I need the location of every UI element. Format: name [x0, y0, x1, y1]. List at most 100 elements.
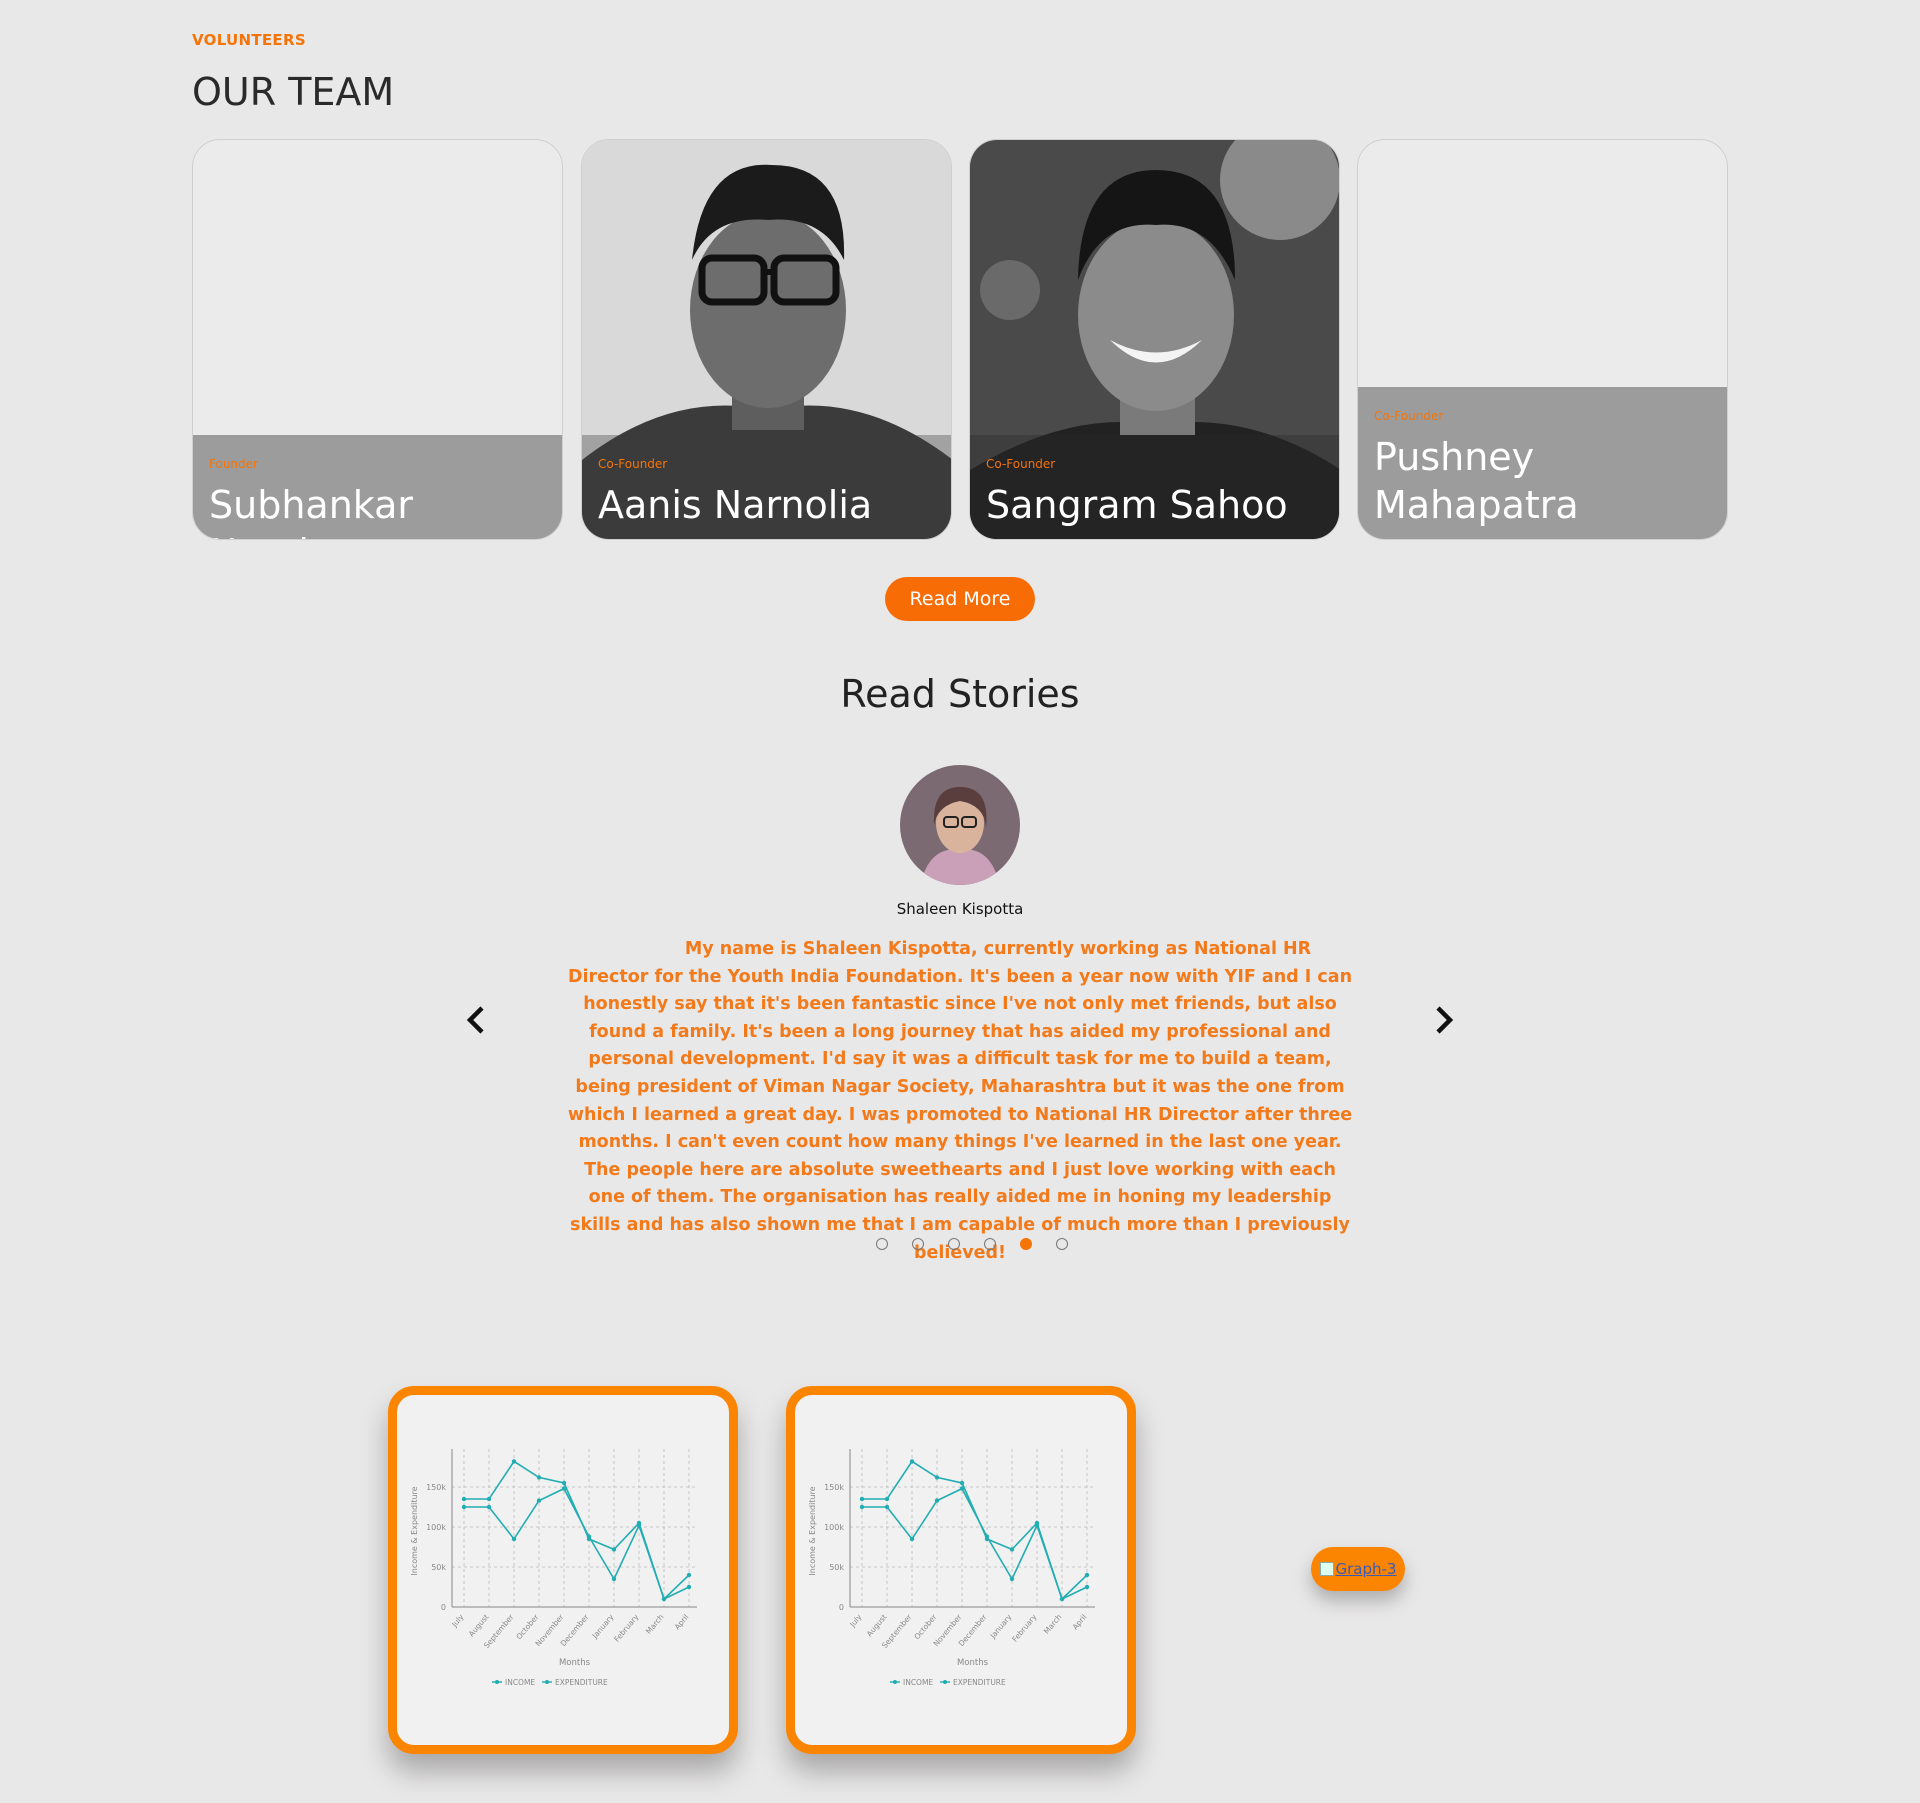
- team-card-name: Aanis Narnolia: [598, 483, 873, 527]
- team-title: OUR TEAM: [192, 70, 395, 114]
- chevron-left-icon: [466, 1006, 484, 1034]
- y-tick-label: 100k: [426, 1523, 446, 1532]
- y-axis-label: Income & Expenditure: [410, 1486, 419, 1575]
- data-point: [959, 1486, 965, 1491]
- data-point: [884, 1504, 890, 1510]
- legend-label: INCOME: [903, 1678, 933, 1687]
- data-point: [909, 1536, 915, 1542]
- x-tick-label: July: [449, 1612, 466, 1629]
- legend-marker: [893, 1680, 897, 1684]
- x-tick-label: August: [865, 1612, 889, 1638]
- legend-marker: [545, 1680, 549, 1684]
- x-axis-label: Months: [957, 1658, 989, 1668]
- team-card-band: Founder Subhankar Nanda: [193, 435, 562, 539]
- team-card-role: Co-Founder: [598, 457, 668, 471]
- story-avatar-photo: [900, 765, 1020, 885]
- team-card-4[interactable]: Co-Founder Pushney Mahapatra: [1357, 139, 1728, 540]
- read-more-button[interactable]: Read More: [885, 577, 1035, 621]
- series-line-income: [862, 1460, 1088, 1601]
- x-tick-label: January: [590, 1612, 616, 1641]
- data-point: [909, 1459, 915, 1464]
- carousel-prev-button[interactable]: [459, 1002, 495, 1038]
- graph-3-link[interactable]: Graph-3: [1311, 1547, 1405, 1591]
- data-point: [1009, 1547, 1015, 1552]
- data-point: [486, 1504, 492, 1510]
- y-tick-label: 50k: [829, 1563, 844, 1572]
- x-tick-label: January: [988, 1612, 1014, 1641]
- carousel-dot[interactable]: [1056, 1238, 1068, 1250]
- team-card-name: Pushney Mahapatra: [1374, 435, 1579, 527]
- data-point: [536, 1498, 542, 1503]
- team-card-name: Subhankar Nanda: [209, 483, 414, 539]
- y-axis-label: Income & Expenditure: [808, 1486, 817, 1575]
- avatar: [900, 765, 1020, 885]
- graph-3-alt-text: Graph-3: [1335, 1560, 1397, 1578]
- x-tick-label: March: [1042, 1612, 1064, 1635]
- x-axis-label: Months: [559, 1658, 591, 1668]
- data-point: [461, 1496, 467, 1502]
- y-tick-label: 50k: [431, 1563, 446, 1572]
- y-tick-label: 100k: [824, 1523, 844, 1532]
- carousel-next-button[interactable]: [1425, 1002, 1461, 1038]
- section-eyebrow: VOLUNTEERS: [192, 31, 306, 49]
- data-point: [536, 1475, 542, 1480]
- team-card-2[interactable]: Co-Founder Aanis Narnolia: [581, 139, 952, 540]
- data-point: [1059, 1596, 1065, 1602]
- team-card-1[interactable]: Founder Subhankar Nanda: [192, 139, 563, 540]
- team-card-band: Co-Founder Sangram Sahoo: [970, 435, 1339, 539]
- story-author: Shaleen Kispotta: [896, 900, 1024, 918]
- x-tick-label: March: [644, 1612, 666, 1635]
- team-card-band: Co-Founder Pushney Mahapatra: [1358, 387, 1727, 539]
- y-tick-label: 0: [441, 1603, 446, 1612]
- broken-image-icon: [1319, 1562, 1334, 1576]
- x-tick-label: April: [1071, 1613, 1089, 1632]
- series-line-income: [464, 1460, 690, 1601]
- data-point: [511, 1459, 517, 1464]
- data-point: [984, 1534, 990, 1539]
- data-point: [586, 1534, 592, 1539]
- carousel-dot[interactable]: [912, 1238, 924, 1250]
- data-point: [686, 1572, 692, 1578]
- graph-card-2[interactable]: 0 50k 100k 150k July August September October No…: [786, 1386, 1136, 1754]
- team-card-role: Founder: [209, 457, 258, 471]
- series-line-expenditure: [464, 1487, 690, 1601]
- data-point: [611, 1576, 617, 1582]
- series-line-expenditure: [862, 1487, 1088, 1601]
- data-point: [511, 1536, 517, 1542]
- data-point: [611, 1547, 617, 1552]
- data-point: [1084, 1584, 1090, 1590]
- y-tick-label: 150k: [824, 1483, 844, 1492]
- data-point: [461, 1504, 467, 1510]
- carousel-dot[interactable]: [948, 1238, 960, 1250]
- story-text: My name is Shaleen Kispotta, currently w…: [567, 939, 1353, 1263]
- legend-marker: [943, 1680, 947, 1684]
- legend-label: EXPENDITURE: [953, 1678, 1006, 1687]
- line-chart: 050k100k150kJuly AugustSeptemberOctoberNo…: [410, 1449, 697, 1687]
- data-point: [1084, 1572, 1090, 1578]
- x-tick-label: February: [612, 1612, 641, 1644]
- graph-card-1[interactable]: 0 50k 100k 150k July August September October No…: [388, 1386, 738, 1754]
- team-card-role: Co-Founder: [986, 457, 1056, 471]
- data-point: [486, 1496, 492, 1502]
- x-tick-label: July: [847, 1612, 864, 1629]
- team-card-band: Co-Founder Aanis Narnolia: [582, 435, 951, 539]
- data-point: [686, 1584, 692, 1590]
- stories-title: Read Stories: [840, 672, 1080, 716]
- x-tick-label: February: [1010, 1612, 1039, 1644]
- line-chart: 050k100k150kJuly AugustSeptemberOctoberNo…: [808, 1449, 1095, 1687]
- data-point: [959, 1480, 965, 1486]
- data-point: [934, 1498, 940, 1503]
- data-point: [636, 1523, 642, 1528]
- carousel-dot[interactable]: [876, 1238, 888, 1250]
- data-point: [561, 1480, 567, 1486]
- y-tick-label: 0: [839, 1603, 844, 1612]
- legend-marker: [495, 1680, 499, 1684]
- legend-label: EXPENDITURE: [555, 1678, 608, 1687]
- carousel-dot[interactable]: [1020, 1238, 1032, 1250]
- y-tick-label: 150k: [426, 1483, 446, 1492]
- x-tick-label: August: [467, 1612, 491, 1638]
- x-tick-label: April: [673, 1613, 691, 1632]
- carousel-dot[interactable]: [984, 1238, 996, 1250]
- data-point: [884, 1496, 890, 1502]
- team-card-3[interactable]: Co-Founder Sangram Sahoo: [969, 139, 1340, 540]
